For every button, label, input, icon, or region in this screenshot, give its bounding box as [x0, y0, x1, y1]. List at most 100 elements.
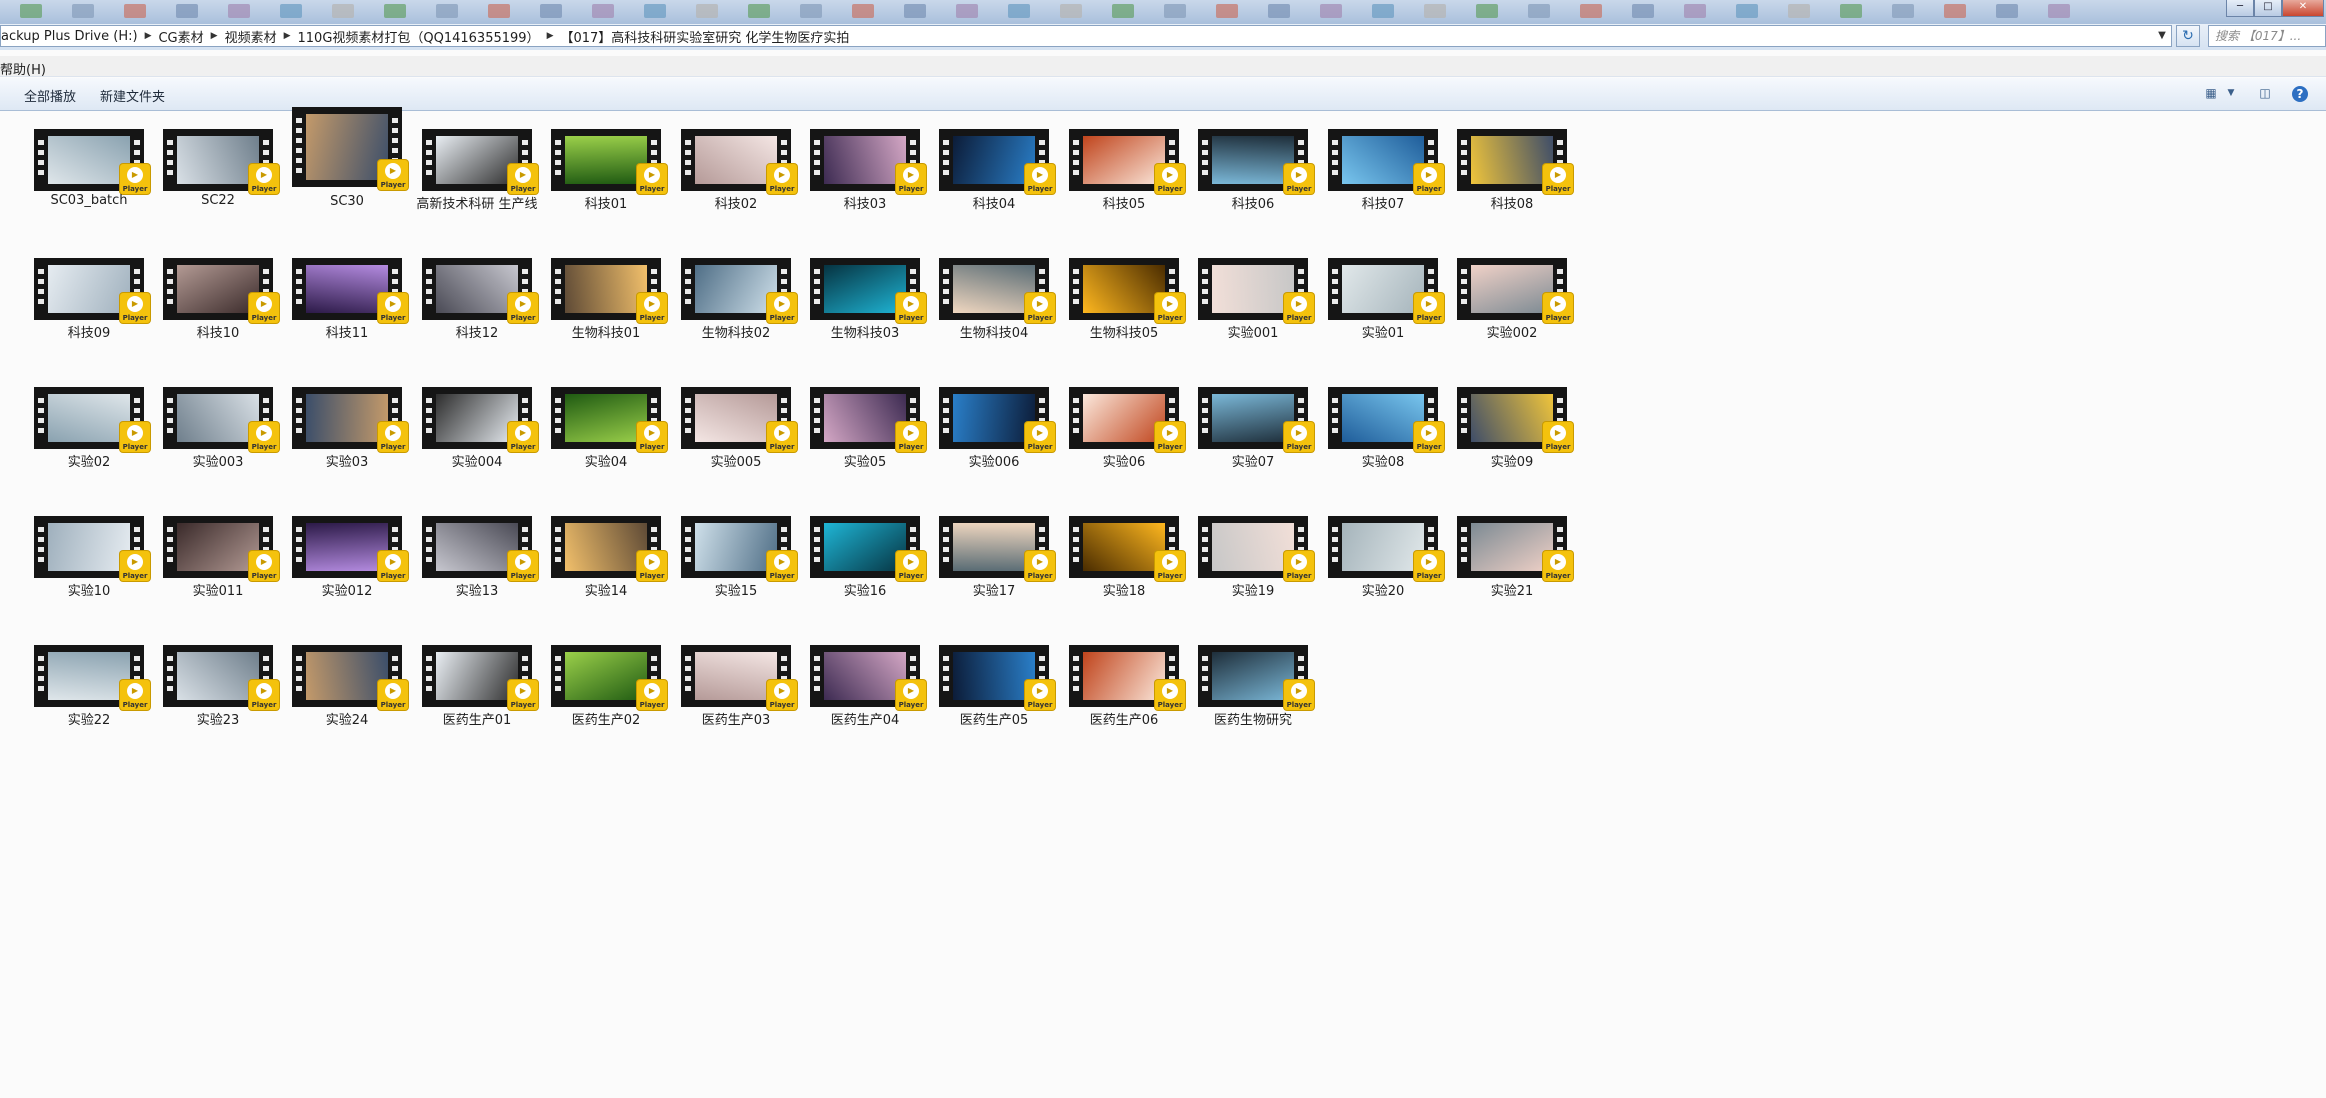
video-thumbnail[interactable]: ▶ Player: [1328, 258, 1444, 323]
video-thumbnail[interactable]: ▶ Player: [551, 129, 667, 194]
thumbnail-image: [824, 394, 906, 442]
maximize-button[interactable]: □: [2254, 0, 2282, 17]
video-thumbnail[interactable]: ▶ Player: [551, 387, 667, 452]
video-thumbnail[interactable]: ▶ Player: [34, 129, 150, 194]
video-thumbnail[interactable]: ▶ Player: [1069, 258, 1185, 323]
thumbnail-image: [953, 652, 1035, 700]
play-all-button[interactable]: 全部播放: [24, 86, 76, 105]
search-input[interactable]: 搜索 【017】...: [2208, 25, 2326, 47]
video-thumbnail[interactable]: ▶ Player: [1457, 129, 1573, 194]
chevron-right-icon[interactable]: ▶: [144, 31, 153, 41]
video-thumbnail[interactable]: ▶ Player: [292, 258, 408, 323]
video-thumbnail[interactable]: ▶ Player: [939, 516, 1055, 581]
video-thumbnail[interactable]: ▶ Player: [292, 645, 408, 710]
play-icon: ▶: [1421, 167, 1437, 183]
chevron-down-icon[interactable]: ▼: [2155, 28, 2169, 44]
file-name-label[interactable]: 科技08: [1427, 193, 1597, 212]
video-thumbnail[interactable]: ▶ Player: [292, 107, 408, 190]
video-thumbnail[interactable]: ▶ Player: [34, 258, 150, 323]
breadcrumb-video[interactable]: 视频素材: [219, 27, 283, 46]
video-thumbnail[interactable]: ▶ Player: [1069, 516, 1185, 581]
video-thumbnail[interactable]: ▶ Player: [1198, 645, 1314, 710]
video-thumbnail[interactable]: ▶ Player: [34, 516, 150, 581]
video-thumbnail[interactable]: ▶ Player: [681, 516, 797, 581]
file-name-label[interactable]: 实验002: [1427, 322, 1597, 341]
minimize-button[interactable]: ─: [2226, 0, 2254, 17]
video-thumbnail[interactable]: ▶ Player: [1198, 516, 1314, 581]
taskbar-thumbnail: [852, 4, 874, 18]
chevron-down-icon[interactable]: ▼: [2222, 85, 2240, 101]
video-thumbnail[interactable]: ▶ Player: [34, 387, 150, 452]
play-icon: ▶: [774, 425, 790, 441]
breadcrumb-drive[interactable]: ackup Plus Drive (H:): [1, 29, 144, 44]
play-icon: ▶: [644, 683, 660, 699]
video-thumbnail[interactable]: ▶ Player: [939, 645, 1055, 710]
video-thumbnail[interactable]: ▶ Player: [1198, 387, 1314, 452]
thumbnail-image: [48, 652, 130, 700]
video-thumbnail[interactable]: ▶ Player: [810, 129, 926, 194]
video-thumbnail[interactable]: ▶ Player: [810, 516, 926, 581]
video-thumbnail[interactable]: ▶ Player: [939, 258, 1055, 323]
video-thumbnail[interactable]: ▶ Player: [163, 645, 279, 710]
video-thumbnail[interactable]: ▶ Player: [422, 645, 538, 710]
player-badge-label: Player: [251, 572, 277, 580]
video-thumbnail[interactable]: ▶ Player: [810, 387, 926, 452]
file-name-label[interactable]: 实验09: [1427, 451, 1597, 470]
video-thumbnail[interactable]: ▶ Player: [1069, 645, 1185, 710]
thumbnail-image: [177, 265, 259, 313]
play-icon: ▶: [774, 167, 790, 183]
file-name-label[interactable]: 医药生物研究: [1168, 709, 1338, 728]
view-options-icon[interactable]: ▦: [2202, 85, 2220, 101]
video-thumbnail[interactable]: ▶ Player: [422, 516, 538, 581]
film-perforation: [1073, 527, 1079, 567]
video-thumbnail[interactable]: ▶ Player: [681, 387, 797, 452]
player-badge: ▶ Player: [1025, 164, 1055, 194]
video-thumbnail[interactable]: ▶ Player: [163, 258, 279, 323]
video-thumbnail[interactable]: ▶ Player: [422, 129, 538, 194]
video-thumbnail[interactable]: ▶ Player: [1457, 258, 1573, 323]
video-thumbnail[interactable]: ▶ Player: [34, 645, 150, 710]
video-thumbnail[interactable]: ▶ Player: [292, 387, 408, 452]
video-thumbnail[interactable]: ▶ Player: [163, 516, 279, 581]
player-badge: ▶ Player: [249, 164, 279, 194]
video-thumbnail[interactable]: ▶ Player: [1198, 258, 1314, 323]
video-thumbnail[interactable]: ▶ Player: [681, 258, 797, 323]
address-bar[interactable]: ackup Plus Drive (H:) ▶ CG素材 ▶ 视频素材 ▶ 11…: [0, 25, 2172, 47]
video-thumbnail[interactable]: ▶ Player: [1069, 129, 1185, 194]
video-thumbnail[interactable]: ▶ Player: [551, 645, 667, 710]
video-thumbnail[interactable]: ▶ Player: [163, 387, 279, 452]
breadcrumb-pack[interactable]: 110G视频素材打包（QQ1416355199）: [292, 27, 546, 46]
close-button[interactable]: ✕: [2282, 0, 2324, 17]
video-thumbnail[interactable]: ▶ Player: [1328, 129, 1444, 194]
video-thumbnail[interactable]: ▶ Player: [292, 516, 408, 581]
video-thumbnail[interactable]: ▶ Player: [1328, 516, 1444, 581]
video-thumbnail[interactable]: ▶ Player: [163, 129, 279, 194]
preview-pane-icon[interactable]: ◫: [2256, 85, 2274, 101]
player-badge: ▶ Player: [1414, 422, 1444, 452]
breadcrumb-cg[interactable]: CG素材: [152, 27, 209, 46]
video-thumbnail[interactable]: ▶ Player: [1328, 387, 1444, 452]
chevron-right-icon[interactable]: ▶: [546, 31, 555, 41]
video-thumbnail[interactable]: ▶ Player: [939, 129, 1055, 194]
video-thumbnail[interactable]: ▶ Player: [551, 516, 667, 581]
video-thumbnail[interactable]: ▶ Player: [681, 129, 797, 194]
video-thumbnail[interactable]: ▶ Player: [681, 645, 797, 710]
video-thumbnail[interactable]: ▶ Player: [810, 258, 926, 323]
file-name-label[interactable]: 实验21: [1427, 580, 1597, 599]
video-thumbnail[interactable]: ▶ Player: [810, 645, 926, 710]
menu-help[interactable]: 帮助(H): [0, 59, 46, 78]
video-thumbnail[interactable]: ▶ Player: [422, 258, 538, 323]
video-thumbnail[interactable]: ▶ Player: [1457, 387, 1573, 452]
video-thumbnail[interactable]: ▶ Player: [1069, 387, 1185, 452]
video-thumbnail[interactable]: ▶ Player: [422, 387, 538, 452]
chevron-right-icon[interactable]: ▶: [283, 31, 292, 41]
refresh-button[interactable]: ↻: [2176, 25, 2200, 47]
video-thumbnail[interactable]: ▶ Player: [1457, 516, 1573, 581]
help-icon[interactable]: ?: [2292, 86, 2308, 102]
video-thumbnail[interactable]: ▶ Player: [939, 387, 1055, 452]
chevron-right-icon[interactable]: ▶: [210, 31, 219, 41]
video-thumbnail[interactable]: ▶ Player: [551, 258, 667, 323]
new-folder-button[interactable]: 新建文件夹: [100, 86, 165, 105]
breadcrumb-current[interactable]: 【017】高科技科研实验室研究 化学生物医疗实拍: [554, 27, 855, 46]
video-thumbnail[interactable]: ▶ Player: [1198, 129, 1314, 194]
